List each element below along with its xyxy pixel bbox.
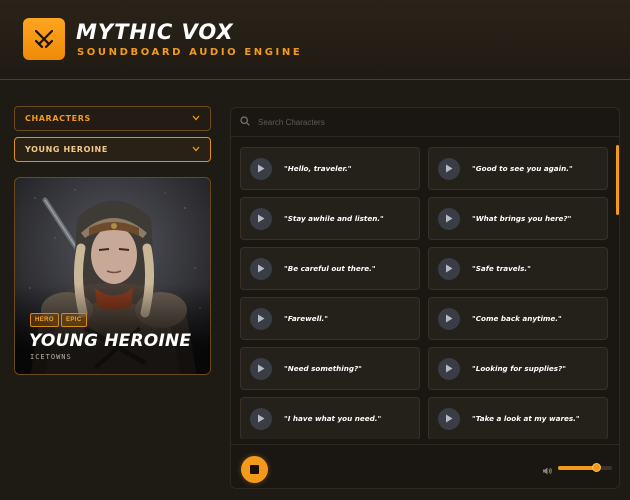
clip-label: "Be careful out there." [284, 264, 376, 273]
clip-label: "I have what you need." [284, 414, 382, 423]
character-name: YOUNG HEROINE [29, 331, 192, 351]
app-header: MYTHIC VOX SOUNDBOARD AUDIO ENGINE [0, 0, 630, 80]
clip-button[interactable]: "Be careful out there." [240, 247, 420, 290]
character-origin: ICETOWNS [30, 353, 72, 361]
crossed-swords-icon [23, 18, 65, 60]
clip-label: "What brings you here?" [472, 214, 572, 223]
play-icon [438, 407, 460, 430]
play-icon [250, 257, 272, 280]
scrollbar[interactable] [616, 141, 619, 441]
character-card: HERO EPIC YOUNG HEROINE ICETOWNS [14, 177, 211, 375]
play-icon [438, 257, 460, 280]
category-select-label: CHARACTERS [25, 114, 91, 123]
volume-fill [558, 466, 597, 470]
stop-icon [250, 465, 259, 474]
clip-label: "Stay awhile and listen." [284, 214, 384, 223]
clip-button[interactable]: "Safe travels." [428, 247, 608, 290]
play-icon [438, 357, 460, 380]
character-select-label: YOUNG HEROINE [25, 145, 108, 154]
character-select[interactable]: YOUNG HEROINE [14, 137, 211, 162]
volume-knob[interactable] [592, 463, 602, 472]
play-icon [250, 307, 272, 330]
soundboard-panel: "Hello, traveler." "Good to see you again… [230, 107, 620, 489]
clip-label: "Come back anytime." [472, 314, 562, 323]
app-title: MYTHIC VOX [76, 20, 234, 44]
clip-label: "Hello, traveler." [284, 164, 352, 173]
clip-button[interactable]: "Take a look at my wares." [428, 397, 608, 439]
play-icon [250, 407, 272, 430]
play-icon [250, 207, 272, 230]
clip-button[interactable]: "What brings you here?" [428, 197, 608, 240]
clip-button[interactable]: "Stay awhile and listen." [240, 197, 420, 240]
clip-label: "Farewell." [284, 314, 329, 323]
stop-button[interactable] [241, 456, 268, 483]
app-subtitle: SOUNDBOARD AUDIO ENGINE [77, 47, 303, 58]
clip-label: "Good to see you again." [472, 164, 573, 173]
clip-button[interactable]: "Hello, traveler." [240, 147, 420, 190]
player-bar [231, 444, 619, 488]
chevron-down-icon [192, 145, 200, 155]
clip-grid: "Hello, traveler." "Good to see you again… [240, 147, 610, 439]
play-icon [438, 157, 460, 180]
volume-icon [542, 463, 553, 481]
play-icon [438, 207, 460, 230]
badge-hero: HERO [30, 313, 59, 327]
scrollbar-thumb[interactable] [616, 145, 619, 215]
badge-epic: EPIC [61, 313, 87, 327]
volume-slider[interactable] [558, 463, 612, 472]
play-icon [250, 357, 272, 380]
search-input[interactable] [258, 117, 558, 127]
clip-button[interactable]: "Need something?" [240, 347, 420, 390]
clip-button[interactable]: "Farewell." [240, 297, 420, 340]
clip-label: "Looking for supplies?" [472, 364, 566, 373]
play-icon [438, 307, 460, 330]
category-select[interactable]: CHARACTERS [14, 106, 211, 131]
clip-button[interactable]: "Come back anytime." [428, 297, 608, 340]
chevron-down-icon [192, 114, 200, 124]
clip-label: "Safe travels." [472, 264, 531, 273]
clip-label: "Need something?" [284, 364, 362, 373]
clip-button[interactable]: "Good to see you again." [428, 147, 608, 190]
clip-button[interactable]: "Looking for supplies?" [428, 347, 608, 390]
play-icon [250, 157, 272, 180]
search-icon [240, 113, 250, 131]
clip-button[interactable]: "I have what you need." [240, 397, 420, 439]
search-bar [231, 108, 619, 137]
clip-label: "Take a look at my wares." [472, 414, 580, 423]
